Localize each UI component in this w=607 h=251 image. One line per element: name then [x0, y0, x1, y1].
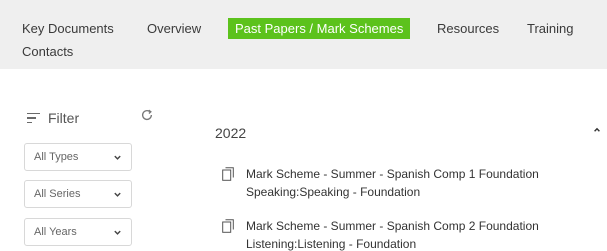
- years-select[interactable]: All Years: [24, 218, 132, 246]
- chevron-up-icon[interactable]: [593, 126, 601, 134]
- tab-key-documents[interactable]: Key Documents: [22, 20, 114, 37]
- tab-past-papers-mark-schemes[interactable]: Past Papers / Mark Schemes: [228, 18, 411, 39]
- series-select-value: All Series: [34, 188, 81, 200]
- years-select-value: All Years: [34, 226, 77, 238]
- chevron-down-icon: [114, 155, 121, 160]
- chevron-down-icon: [114, 230, 121, 235]
- chevron-down-icon: [114, 192, 121, 197]
- tab-overview[interactable]: Overview: [147, 20, 201, 37]
- type-select[interactable]: All Types: [24, 143, 132, 171]
- filter-icon: [27, 113, 40, 123]
- series-select[interactable]: All Series: [24, 180, 132, 208]
- tab-contacts[interactable]: Contacts: [22, 43, 73, 60]
- filter-label: Filter: [48, 110, 80, 126]
- filter-header: Filter: [27, 110, 79, 126]
- type-select-value: All Types: [34, 151, 79, 163]
- document-item[interactable]: Mark Scheme - Summer - Spanish Comp 2 Fo…: [222, 218, 602, 251]
- tab-resources[interactable]: Resources: [437, 20, 499, 37]
- document-title[interactable]: Mark Scheme - Summer - Spanish Comp 1 Fo…: [246, 166, 539, 182]
- document-subtitle: Speaking:Speaking - Foundation: [246, 185, 421, 199]
- document-item[interactable]: Mark Scheme - Summer - Spanish Comp 1 Fo…: [222, 166, 602, 200]
- section-nav: Key Documents Overview Past Papers / Mar…: [0, 0, 607, 69]
- copy-document-icon: [222, 219, 234, 233]
- document-subtitle: Listening:Listening - Foundation: [246, 237, 417, 251]
- tab-training[interactable]: Training: [527, 20, 573, 37]
- year-heading: 2022: [215, 125, 247, 141]
- document-title[interactable]: Mark Scheme - Summer - Spanish Comp 2 Fo…: [246, 218, 539, 234]
- copy-document-icon: [222, 167, 234, 181]
- refresh-icon[interactable]: [140, 108, 154, 122]
